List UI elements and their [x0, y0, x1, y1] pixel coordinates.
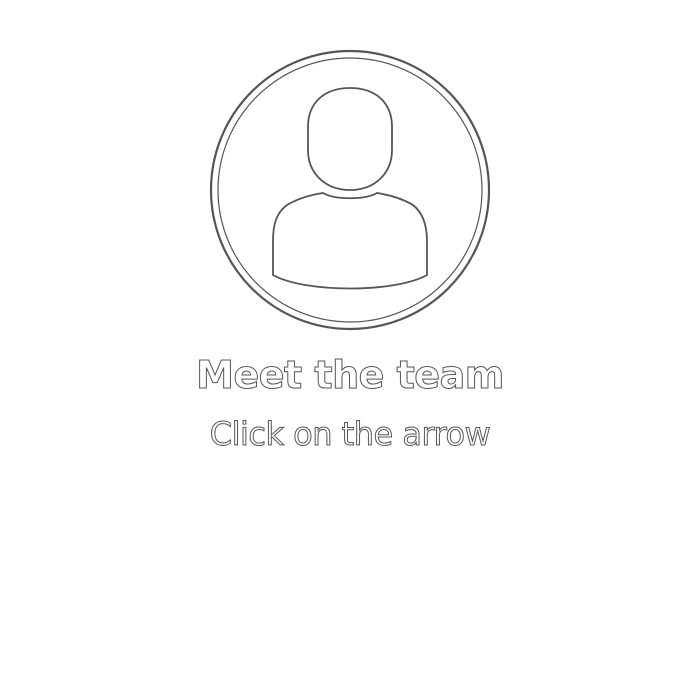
team-intro-card: Meet the team Click on the arrow [0, 0, 700, 700]
instruction-text: Click on the arrow [209, 415, 491, 454]
page-title: Meet the team [196, 353, 505, 398]
user-avatar-icon [209, 49, 491, 331]
